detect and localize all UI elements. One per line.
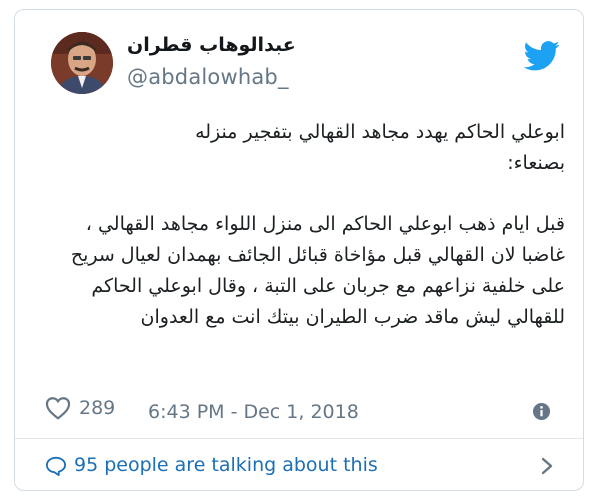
tweet-paragraph: قبل ايام ذهب ابوعلي الحاكم الى منزل اللو… (70, 213, 565, 328)
twitter-logo-icon[interactable] (523, 41, 561, 71)
chevron-right-icon[interactable] (540, 457, 554, 475)
tweet-line: ابوعلي الحاكم يهدد مجاهد القهالي بتفجير … (195, 121, 565, 143)
conversation-label[interactable]: 95 people are talking about this (74, 454, 378, 476)
tweet-timestamp[interactable]: 6:43 PM - Dec 1, 2018 (148, 401, 359, 423)
info-icon[interactable] (532, 402, 551, 421)
like-button[interactable]: 289 (45, 394, 115, 422)
avatar[interactable] (51, 32, 113, 94)
avatar-image (51, 32, 113, 94)
tweet-text: ابوعلي الحاكم يهدد مجاهد القهالي بتفجير … (45, 117, 565, 333)
conversation-link[interactable]: 95 people are talking about this (15, 439, 583, 490)
like-count: 289 (79, 397, 116, 419)
tweet-header: عبدالوهاب قطران @abdalowhab_ (15, 10, 583, 100)
tweet-line: بصنعاء: (507, 152, 565, 174)
author-display-name[interactable]: عبدالوهاب قطران (127, 34, 357, 56)
tweet-card: عبدالوهاب قطران @abdalowhab_ ابوعلي الحا… (14, 9, 584, 491)
speech-bubble-icon (46, 456, 66, 476)
author-handle[interactable]: @abdalowhab_ (127, 65, 289, 89)
tweet-footer: 289 6:43 PM - Dec 1, 2018 (15, 388, 583, 428)
heart-icon[interactable] (45, 396, 71, 420)
